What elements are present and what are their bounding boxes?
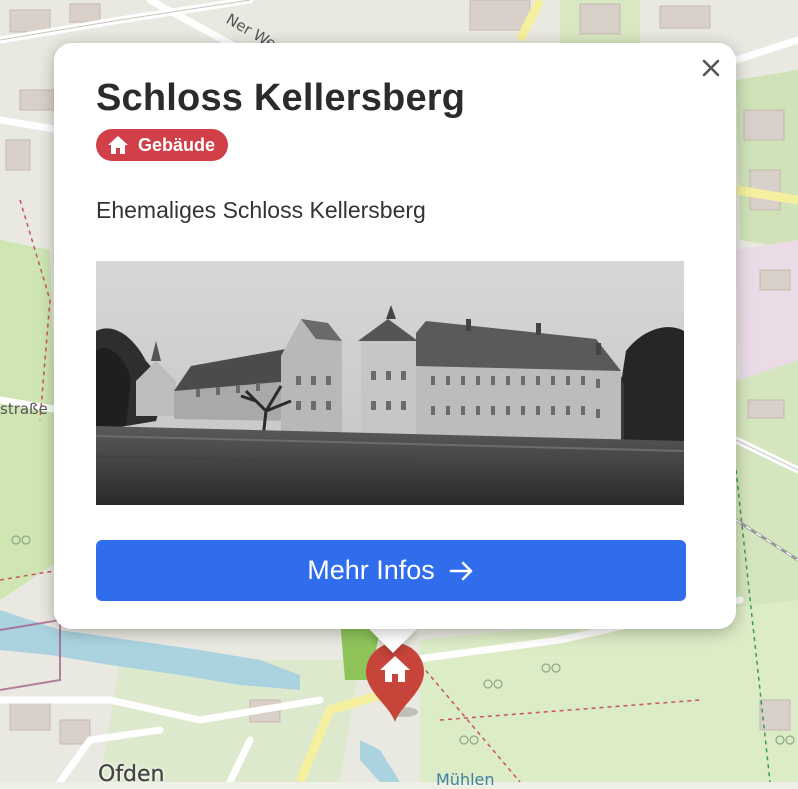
close-icon[interactable] <box>698 55 724 81</box>
category-label: Gebäude <box>138 134 216 155</box>
house-icon <box>108 136 128 154</box>
arrow-right-icon <box>449 561 473 580</box>
map-info-popup: Schloss Kellersberg Gebäude Ehemaliges S… <box>54 43 736 629</box>
popup-description: Ehemaliges Schloss Kellersberg <box>96 197 426 223</box>
more-info-label: Mehr Infos <box>307 555 435 585</box>
castle-photo <box>96 261 684 505</box>
more-info-button[interactable]: Mehr Infos <box>96 540 686 601</box>
popup-title: Schloss Kellersberg <box>96 77 466 119</box>
category-badge: Gebäude <box>96 129 229 161</box>
popup-content: Schloss Kellersberg Gebäude Ehemaliges S… <box>54 43 736 629</box>
map-marker-house-icon[interactable] <box>364 642 426 724</box>
